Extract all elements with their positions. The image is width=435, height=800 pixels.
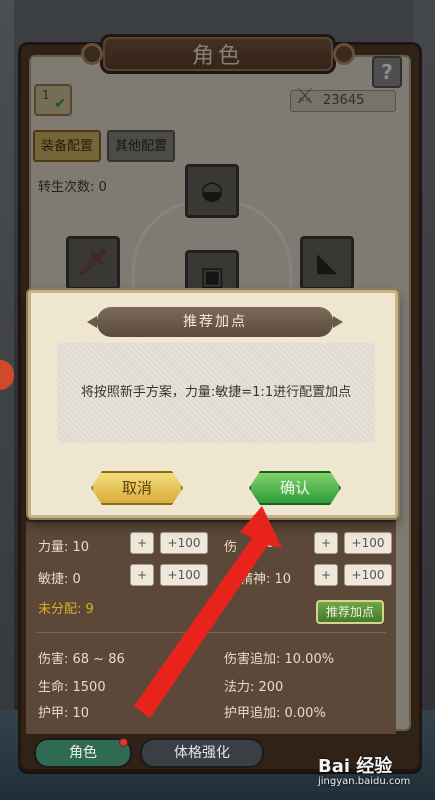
bottom-tabs: 角色 体格强化	[34, 738, 264, 768]
notification-dot	[119, 738, 128, 747]
damage-bonus-stat: 伤害追加: 10.00%	[224, 652, 335, 667]
watermark-url: jingyan.baidu.com	[318, 776, 411, 787]
damage-stat-partial: 伤	[224, 540, 238, 555]
strength-stat: 力量: 10	[38, 540, 90, 555]
armor-bonus-stat: 护甲追加: 0.00%	[224, 706, 326, 721]
spirit-stat: 精神: 10	[240, 572, 292, 587]
strength-plus-button[interactable]: +	[130, 532, 154, 554]
recommend-points-button[interactable]: 推荐加点	[316, 600, 384, 624]
strength-plus100-button[interactable]: +100	[160, 532, 208, 554]
mana-stat: 法力: 200	[224, 680, 284, 695]
damage-stat-partial-value: 0	[266, 536, 275, 551]
damage-plus-button[interactable]: +	[314, 532, 338, 554]
spirit-plus-button[interactable]: +	[314, 564, 338, 586]
watermark-logo: Bai 经验	[318, 756, 393, 777]
attribute-panel: 力量: 10 + +100 伤 0 + +100 敏捷: 0 + +100 精神…	[26, 520, 396, 734]
agility-stat: 敏捷: 0	[38, 572, 81, 587]
spirit-plus100-button[interactable]: +100	[344, 564, 392, 586]
dialog-title: 推荐加点	[87, 307, 343, 337]
unassigned-points: 未分配: 9	[38, 602, 94, 617]
tab-character[interactable]: 角色	[34, 738, 132, 768]
armor-stat: 护甲: 10	[38, 706, 90, 721]
tab-physique-enhance[interactable]: 体格强化	[140, 738, 264, 768]
dialog-message: 将按照新手方案，力量:敏捷=1:1进行配置加点	[57, 343, 375, 443]
damage-stat: 伤害: 68 ~ 86	[38, 652, 125, 667]
damage-plus100-button[interactable]: +100	[344, 532, 392, 554]
tab-character-label: 角色	[69, 745, 97, 761]
stats-divider	[36, 632, 386, 633]
confirm-button[interactable]: 确认	[249, 471, 341, 505]
recommend-dialog: 推荐加点 将按照新手方案，力量:敏捷=1:1进行配置加点 取消 确认	[28, 290, 398, 518]
hp-stat: 生命: 1500	[38, 680, 106, 695]
cancel-button[interactable]: 取消	[91, 471, 183, 505]
agility-plus-button[interactable]: +	[130, 564, 154, 586]
agility-plus100-button[interactable]: +100	[160, 564, 208, 586]
